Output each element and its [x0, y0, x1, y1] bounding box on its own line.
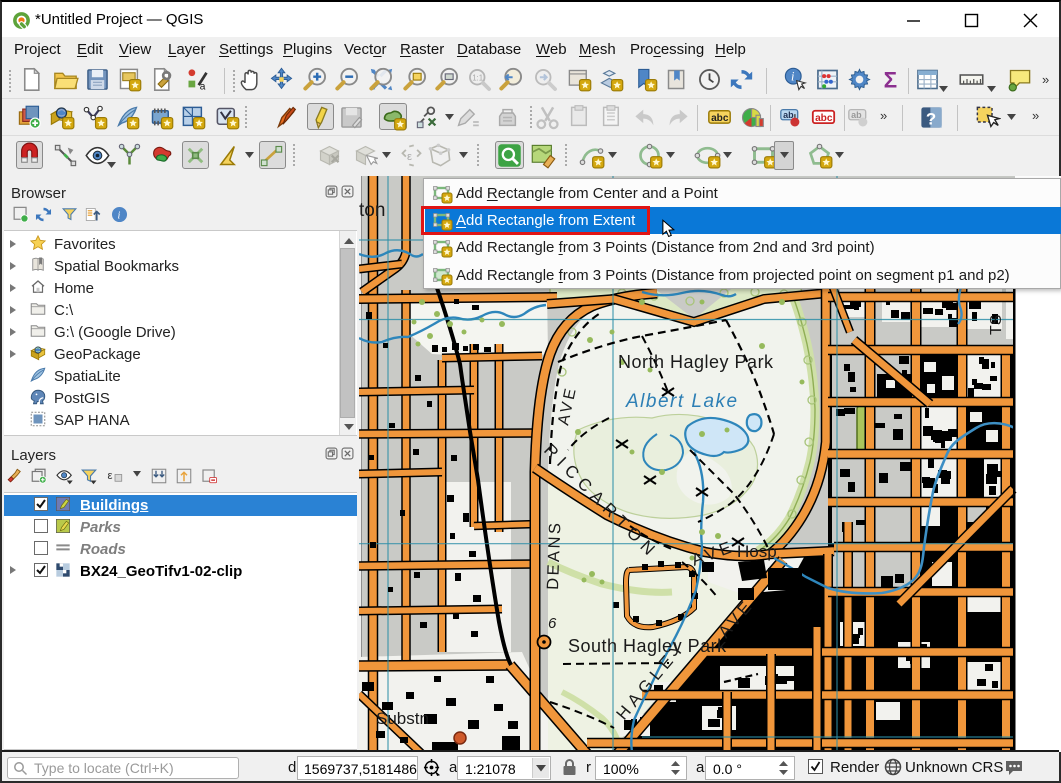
svg-text:ton: ton: [359, 200, 385, 221]
svg-text:South Hagley Park: South Hagley Park: [568, 636, 727, 656]
svg-text:DEANS: DEANS: [544, 520, 564, 590]
svg-text:1:1: 1:1: [472, 74, 483, 83]
svg-text:?: ?: [926, 109, 936, 128]
svg-text:Albert Lake: Albert Lake: [625, 391, 739, 412]
svg-text:abc: abc: [815, 113, 833, 124]
svg-text:i: i: [791, 70, 795, 84]
svg-text:ε: ε: [108, 470, 113, 482]
svg-text:6: 6: [548, 615, 557, 632]
svg-text:ε: ε: [407, 151, 412, 163]
svg-text:Σ: Σ: [884, 67, 898, 92]
svg-text:Substn: Substn: [376, 709, 429, 728]
svg-text:North Hagley Park: North Hagley Park: [618, 352, 774, 372]
svg-text:Hosp: Hosp: [737, 542, 777, 561]
svg-text:abc: abc: [711, 113, 729, 124]
svg-text:TS: TS: [988, 315, 1005, 335]
svg-text:a: a: [200, 82, 206, 93]
svg-text:i: i: [118, 210, 121, 221]
